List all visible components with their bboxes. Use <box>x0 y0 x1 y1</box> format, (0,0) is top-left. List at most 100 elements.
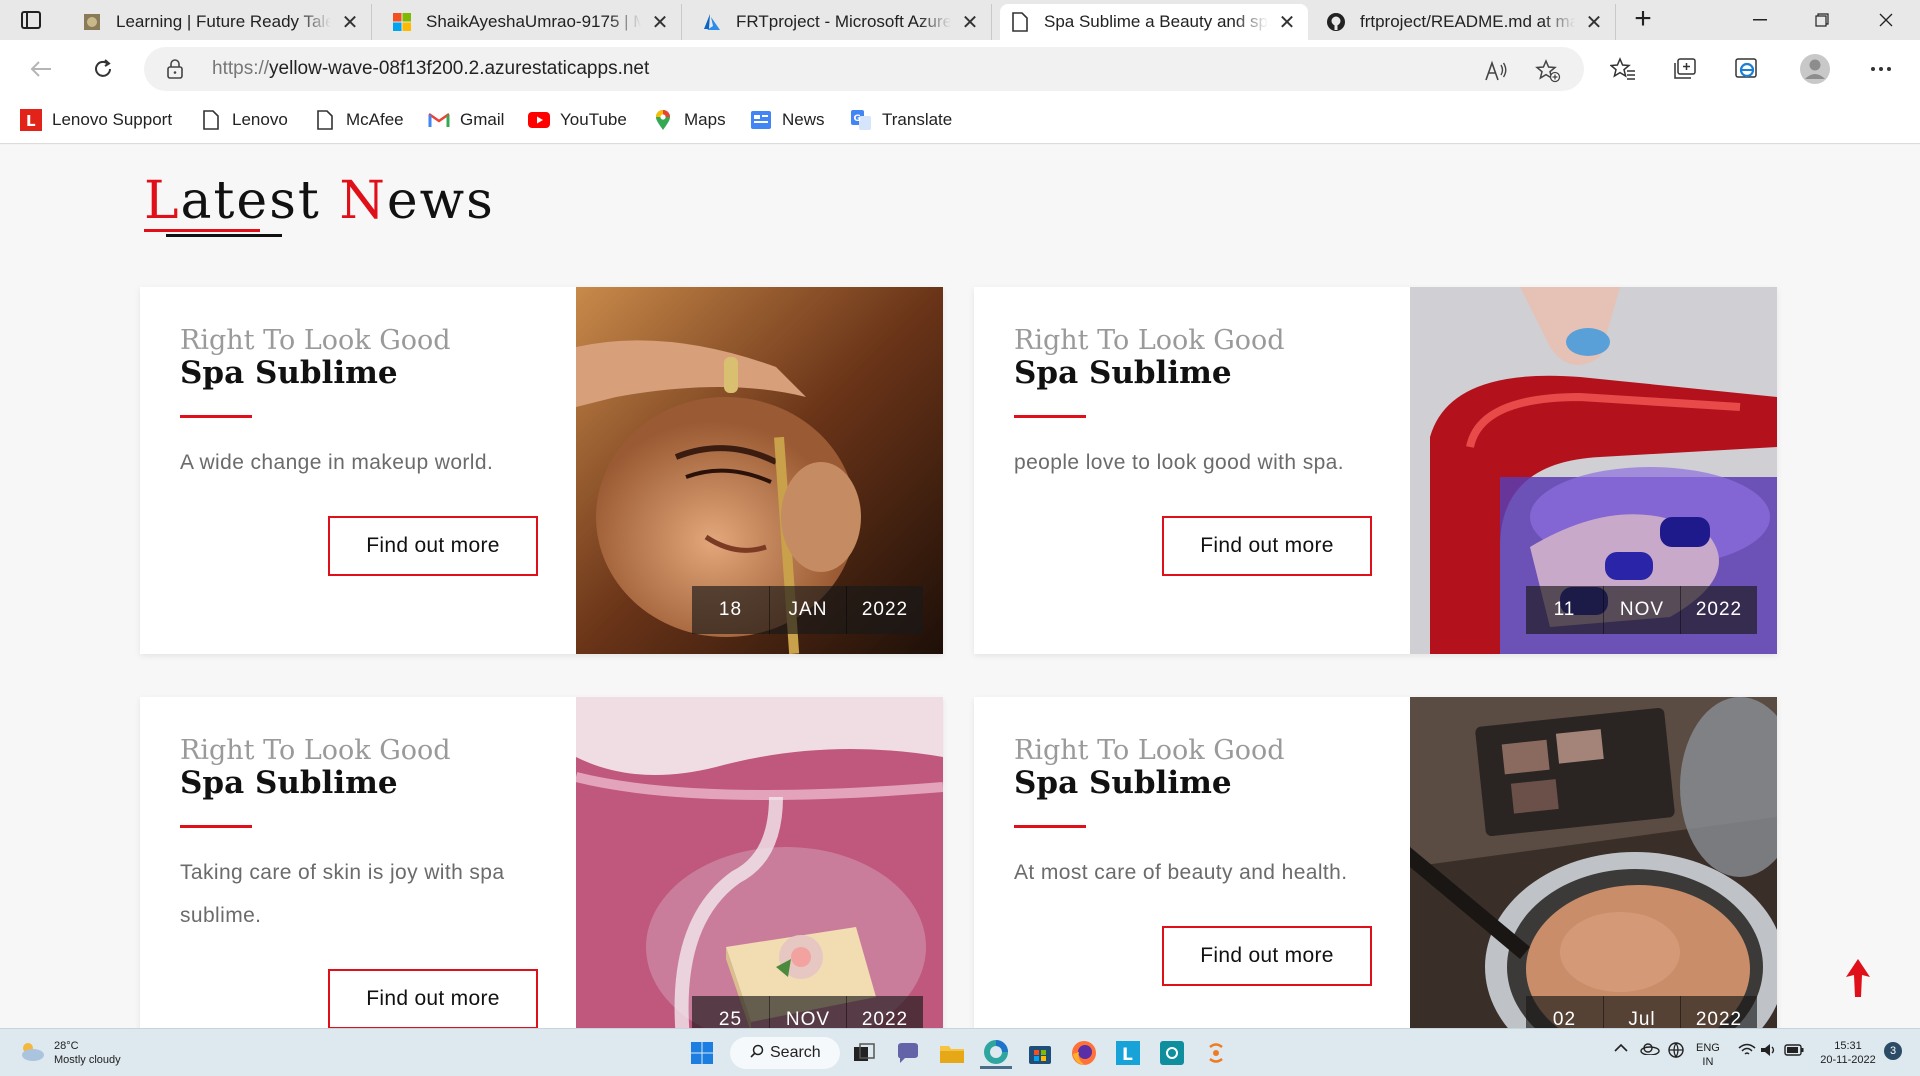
lock-icon[interactable] <box>166 59 184 79</box>
internet-explorer-mode-icon[interactable] <box>1730 52 1764 86</box>
notification-badge[interactable]: 3 <box>1884 1042 1902 1060</box>
back-button[interactable] <box>24 52 58 86</box>
card-heading: Spa Sublime <box>1014 765 1232 801</box>
refresh-button[interactable] <box>86 52 120 86</box>
tab-title: Spa Sublime a Beauty and spa <box>1044 12 1268 31</box>
network-status-icon[interactable] <box>1666 1041 1686 1063</box>
url-field[interactable]: https://yellow-wave-08f13f200.2.azuresta… <box>144 47 1584 91</box>
page-icon <box>1010 12 1030 32</box>
close-icon[interactable]: ✕ <box>1583 10 1605 35</box>
favorite-lenovo[interactable]: Lenovo <box>200 106 288 134</box>
card-description: At most care of beauty and health. <box>1014 861 1348 884</box>
favorite-label: Gmail <box>460 110 505 129</box>
task-view-icon[interactable] <box>848 1037 880 1069</box>
add-favorite-icon[interactable] <box>1534 59 1562 83</box>
card-divider <box>1014 825 1086 828</box>
close-window-button[interactable] <box>1856 0 1916 40</box>
collections-icon[interactable] <box>1668 52 1702 86</box>
favorite-news[interactable]: News <box>750 106 825 134</box>
close-icon[interactable]: ✕ <box>649 10 671 35</box>
tab-spa-sublime[interactable]: Spa Sublime a Beauty and spa ✕ <box>1000 4 1308 40</box>
weather-widget[interactable]: 28°C Mostly cloudy <box>18 1039 121 1067</box>
lenovo-vantage-icon[interactable]: L <box>1112 1037 1144 1069</box>
scroll-to-top-arrow-icon[interactable] <box>1843 957 1873 999</box>
vpn-app-icon[interactable] <box>1200 1037 1232 1069</box>
favorite-mcafee[interactable]: McAfee <box>314 106 404 134</box>
close-icon[interactable]: ✕ <box>1276 10 1298 35</box>
find-out-more-button[interactable]: Find out more <box>1162 516 1372 576</box>
date-month: JAN <box>769 586 846 634</box>
app-icon[interactable] <box>1156 1037 1188 1069</box>
favorite-lenovo-support[interactable]: L Lenovo Support <box>20 106 172 134</box>
tab-learning[interactable]: Learning | Future Ready Talent ✕ <box>72 4 372 40</box>
edge-browser-icon[interactable] <box>980 1037 1012 1069</box>
youtube-icon <box>528 109 550 131</box>
news-icon <box>750 109 772 131</box>
close-icon[interactable]: ✕ <box>339 10 361 35</box>
date-month: NOV <box>1603 586 1680 634</box>
restore-button[interactable] <box>1792 0 1852 40</box>
card-description: Taking care of skin is joy with spa subl… <box>180 861 505 927</box>
date-year: 2022 <box>1680 586 1757 634</box>
favorite-youtube[interactable]: YouTube <box>528 106 627 134</box>
page-icon <box>200 109 222 131</box>
language-indicator[interactable]: ENG IN <box>1696 1041 1720 1069</box>
favorite-translate[interactable]: G Translate <box>850 106 952 134</box>
tab-azure[interactable]: FRTproject - Microsoft Azure ✕ <box>692 4 992 40</box>
tab-github[interactable]: frtproject/README.md at main ✕ <box>1316 4 1616 40</box>
url-text: https://yellow-wave-08f13f200.2.azuresta… <box>212 58 649 80</box>
microsoft-icon <box>392 12 412 32</box>
more-options-icon[interactable] <box>1864 52 1898 86</box>
title-part-1: atest <box>180 171 340 231</box>
card-heading: Spa Sublime <box>1014 355 1232 391</box>
taskbar-search[interactable]: Search <box>730 1037 840 1069</box>
soap-photo: 25 NOV 2022 <box>576 697 943 1028</box>
weather-condition: Mostly cloudy <box>54 1054 121 1066</box>
taskbar: 28°C Mostly cloudy Search L ENG IN 15:31… <box>0 1028 1920 1076</box>
close-icon[interactable]: ✕ <box>959 10 981 35</box>
microsoft-store-icon[interactable] <box>1024 1037 1056 1069</box>
date-day: 11 <box>1553 599 1576 620</box>
onedrive-icon[interactable] <box>1640 1043 1660 1059</box>
future-ready-icon <box>82 12 102 32</box>
favorite-gmail[interactable]: Gmail <box>428 106 504 134</box>
nail-lamp-photo: 11 NOV 2022 <box>1410 287 1777 654</box>
search-icon <box>750 1044 764 1063</box>
section-title: Latest News <box>144 171 495 231</box>
clock[interactable]: 15:31 20-11-2022 <box>1816 1039 1880 1067</box>
card-description: A wide change in makeup world. <box>180 451 494 474</box>
tab-microsoft[interactable]: ShaikAyeshaUmrao-9175 | Micro ✕ <box>382 4 682 40</box>
tab-actions-icon[interactable] <box>18 8 44 32</box>
favorites-icon[interactable] <box>1606 52 1640 86</box>
favorite-label: McAfee <box>346 110 404 129</box>
svg-text:L: L <box>1122 1045 1133 1065</box>
minimize-button[interactable] <box>1730 0 1790 40</box>
windows-start-icon[interactable] <box>686 1037 718 1069</box>
card-eyebrow: Right To Look Good <box>1014 325 1285 356</box>
find-out-more-button[interactable]: Find out more <box>328 516 538 576</box>
favorite-label: Lenovo Support <box>52 110 173 129</box>
language-code: ENG <box>1696 1042 1720 1054</box>
find-out-more-button[interactable]: Find out more <box>1162 926 1372 986</box>
tab-bar: Learning | Future Ready Talent ✕ ShaikAy… <box>0 0 1920 40</box>
date-badge: 25 NOV 2022 <box>692 996 923 1028</box>
file-explorer-icon[interactable] <box>936 1037 968 1069</box>
translate-icon: G <box>850 109 872 131</box>
card-eyebrow: Right To Look Good <box>1014 735 1285 766</box>
new-tab-button[interactable]: + <box>1628 4 1658 35</box>
find-out-more-button[interactable]: Find out more <box>328 969 538 1028</box>
favorite-label: YouTube <box>560 110 627 129</box>
firefox-icon[interactable] <box>1068 1037 1100 1069</box>
volume-icon[interactable] <box>1760 1043 1778 1061</box>
show-hidden-icons-chevron-icon[interactable] <box>1614 1043 1628 1057</box>
card-eyebrow: Right To Look Good <box>180 735 451 766</box>
page-content: Latest News Right To Look Good Spa Subli… <box>0 145 1920 1028</box>
wifi-icon[interactable] <box>1738 1043 1756 1061</box>
teams-chat-icon[interactable] <box>892 1037 924 1069</box>
favorite-maps[interactable]: Maps <box>652 106 726 134</box>
date-badge: 02 Jul 2022 <box>1526 996 1757 1028</box>
compact-powder-photo: 02 Jul 2022 <box>1410 697 1777 1028</box>
battery-icon[interactable] <box>1784 1044 1804 1060</box>
read-aloud-icon[interactable] <box>1482 59 1510 83</box>
profile-avatar[interactable] <box>1798 52 1832 86</box>
